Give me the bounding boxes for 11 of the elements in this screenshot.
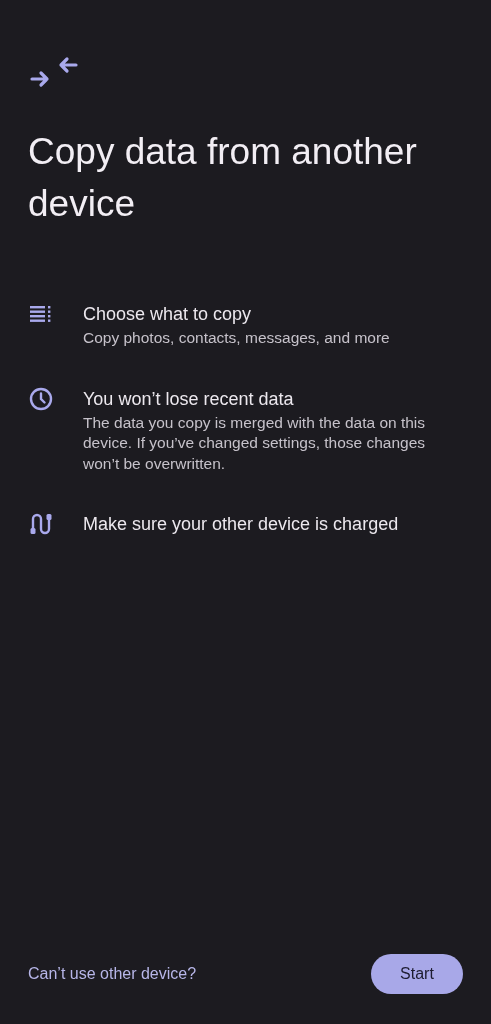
start-button[interactable]: Start xyxy=(371,954,463,994)
item-description: Copy photos, contacts, messages, and more xyxy=(83,328,391,348)
clock-icon xyxy=(29,386,53,411)
page-title: Copy data from another device xyxy=(28,130,418,226)
item-title: Make sure your other device is charged xyxy=(83,513,400,536)
cant-use-device-link[interactable]: Can’t use other device? xyxy=(28,965,197,983)
item-title: Choose what to copy xyxy=(83,303,253,326)
item-description: The data you copy is merged with the data on this device. If you’ve changed settings, those changes won’t be overwritten. xyxy=(83,412,427,474)
cable-icon xyxy=(29,512,53,536)
item-title: You won’t lose recent data xyxy=(83,387,295,411)
arrows-icon xyxy=(30,56,78,88)
